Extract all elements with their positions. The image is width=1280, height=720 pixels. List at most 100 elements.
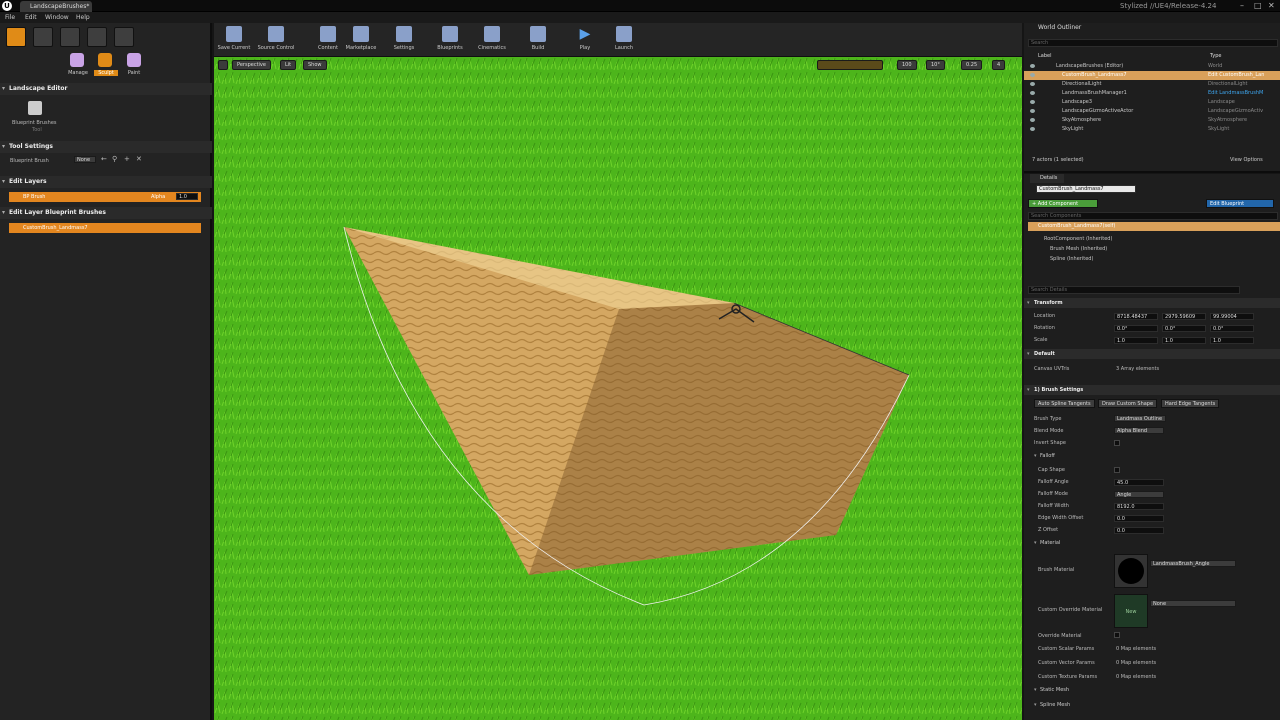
menu-file[interactable]: File (5, 12, 15, 23)
alpha-input[interactable]: 1.0 (176, 193, 198, 200)
scale-x[interactable]: 1.0 (1114, 337, 1158, 344)
static-mesh-section[interactable]: Static Mesh (1024, 686, 1280, 695)
falloff-mode-select[interactable]: Angle (1114, 491, 1164, 498)
falloff-angle-input[interactable]: 45.0 (1114, 479, 1164, 486)
lit-button[interactable]: Lit (280, 60, 297, 70)
geometry-mode-icon[interactable] (114, 27, 134, 47)
outliner-row[interactable]: SkyLight SkyLight (1024, 125, 1280, 134)
viewport-menu-icon[interactable] (218, 60, 228, 70)
landscape-mode-icon[interactable] (60, 27, 80, 47)
visibility-eye-icon[interactable] (1030, 109, 1035, 113)
blueprints-button[interactable]: Blueprints (430, 25, 470, 55)
falloff-width-input[interactable]: 8192.0 (1114, 503, 1164, 510)
outliner-row[interactable]: LandscapeGizmoActiveActor LandscapeGizmoA… (1024, 107, 1280, 116)
close-icon[interactable]: ✕ (1268, 1, 1275, 11)
blueprint-brush-select[interactable]: None (74, 156, 96, 163)
grid-snap-value[interactable]: 100 (897, 60, 917, 70)
back-arrow-icon[interactable]: ← (101, 155, 107, 163)
maximize-icon[interactable]: □ (1254, 1, 1262, 11)
menu-window[interactable]: Window (45, 12, 69, 23)
blueprint-brush-icon[interactable] (28, 101, 42, 115)
custom-override-select[interactable]: None (1150, 600, 1236, 607)
location-x[interactable]: 8718.48437 (1114, 313, 1158, 320)
paint-brush-mode-icon[interactable] (33, 27, 53, 47)
transform-section[interactable]: Transform (1024, 298, 1280, 308)
landscape-editor-header[interactable]: Landscape Editor (0, 83, 212, 95)
outliner-row[interactable]: LandmassBrushManager1 Edit LandmassBrushM (1024, 89, 1280, 98)
clear-icon[interactable]: ✕ (136, 155, 142, 163)
rotation-x[interactable]: 0.0° (1114, 325, 1158, 332)
transform-tools-group[interactable] (817, 60, 883, 70)
visibility-eye-icon[interactable] (1030, 82, 1035, 86)
falloff-section[interactable]: Falloff (1024, 452, 1280, 461)
play-button[interactable]: ▶ Play (565, 25, 605, 55)
rotation-z[interactable]: 0.0° (1210, 325, 1254, 332)
source-control-button[interactable]: Source Control (256, 25, 296, 55)
actor-name-input[interactable]: CustomBrush_Landmass7 (1036, 185, 1136, 193)
tool-settings-header[interactable]: Tool Settings (0, 141, 212, 153)
default-section[interactable]: Default (1024, 349, 1280, 359)
material-section[interactable]: Material (1024, 539, 1280, 548)
search-components-input[interactable]: Search Components (1028, 212, 1278, 220)
menu-help[interactable]: Help (76, 12, 90, 23)
minimize-icon[interactable]: – (1240, 1, 1244, 11)
visibility-eye-icon[interactable] (1030, 73, 1035, 77)
menu-edit[interactable]: Edit (25, 12, 37, 23)
cap-shape-checkbox[interactable] (1114, 467, 1120, 473)
layer-row-bp-brush[interactable]: BP Brush Alpha 1.0 (9, 192, 201, 202)
save-current-button[interactable]: Save Current (214, 25, 254, 55)
outliner-row[interactable]: Landscape3 Landscape (1024, 98, 1280, 107)
camera-speed-value[interactable]: 4 (992, 60, 1006, 70)
visibility-eye-icon[interactable] (1030, 118, 1035, 122)
paint-icon[interactable] (127, 53, 141, 67)
spline-row[interactable]: Spline (Inherited) (1050, 256, 1093, 262)
visibility-eye-icon[interactable] (1030, 91, 1035, 95)
root-component-row[interactable]: RootComponent (Inherited) (1044, 236, 1112, 242)
document-tab[interactable]: LandscapeBrushes* (20, 1, 92, 12)
override-material-checkbox[interactable] (1114, 632, 1120, 638)
brush-type-select[interactable]: Landmass Outline (1114, 415, 1166, 422)
sculpt-tab[interactable]: Sculpt (94, 70, 118, 76)
edit-layer-bp-header[interactable]: Edit Layer Blueprint Brushes (0, 207, 212, 219)
edit-blueprint-button[interactable]: Edit Blueprint (1206, 199, 1274, 208)
place-mode-icon[interactable] (6, 27, 26, 47)
auto-spline-tangents-button[interactable]: Auto Spline Tangents (1034, 399, 1095, 408)
marketplace-button[interactable]: Marketplace (341, 25, 381, 55)
blend-mode-select[interactable]: Alpha Blend (1114, 427, 1164, 434)
cinematics-button[interactable]: Cinematics (472, 25, 512, 55)
brush-material-thumbnail[interactable] (1114, 554, 1148, 588)
outliner-row[interactable]: DirectionalLight DirectionalLight (1024, 80, 1280, 89)
edge-width-offset-input[interactable]: 0.0 (1114, 515, 1164, 522)
draw-custom-shape-button[interactable]: Draw Custom Shape (1098, 399, 1158, 408)
visibility-eye-icon[interactable] (1030, 100, 1035, 104)
scale-y[interactable]: 1.0 (1162, 337, 1206, 344)
outliner-tab[interactable]: World Outliner (1028, 23, 1081, 33)
outliner-row[interactable]: LandscapeBrushes (Editor) World (1024, 62, 1280, 71)
landscape-scene[interactable] (214, 57, 1022, 720)
view-options-button[interactable]: View Options (1230, 157, 1263, 163)
sculpt-icon[interactable] (98, 53, 112, 67)
add-icon[interactable]: + (124, 155, 130, 163)
custom-override-thumbnail[interactable]: New (1114, 594, 1148, 628)
location-z[interactable]: 99.99004 (1210, 313, 1254, 320)
brush-settings-section[interactable]: 1) Brush Settings (1024, 385, 1280, 395)
rotation-y[interactable]: 0.0° (1162, 325, 1206, 332)
level-viewport[interactable] (214, 57, 1022, 720)
perspective-button[interactable]: Perspective (232, 60, 271, 70)
spline-mesh-section[interactable]: Spline Mesh (1024, 701, 1280, 710)
outliner-row[interactable]: CustomBrush_Landmass7 Edit CustomBrush_La… (1024, 71, 1280, 80)
outliner-search-input[interactable]: Search (1028, 39, 1278, 47)
launch-button[interactable]: Launch (604, 25, 644, 55)
manage-icon[interactable] (70, 53, 84, 67)
column-type[interactable]: Type (1210, 53, 1221, 59)
scale-z[interactable]: 1.0 (1210, 337, 1254, 344)
invert-shape-checkbox[interactable] (1114, 440, 1120, 446)
outliner-row[interactable]: SkyAtmosphere SkyAtmosphere (1024, 116, 1280, 125)
show-button[interactable]: Show (303, 60, 327, 70)
scale-snap-value[interactable]: 0.25 (961, 60, 983, 70)
paint-tab[interactable]: Paint (122, 70, 146, 76)
settings-button[interactable]: Settings (384, 25, 424, 55)
column-label[interactable]: Label (1038, 53, 1052, 59)
details-tab[interactable]: Details (1030, 174, 1064, 183)
location-y[interactable]: 2979.59609 (1162, 313, 1206, 320)
